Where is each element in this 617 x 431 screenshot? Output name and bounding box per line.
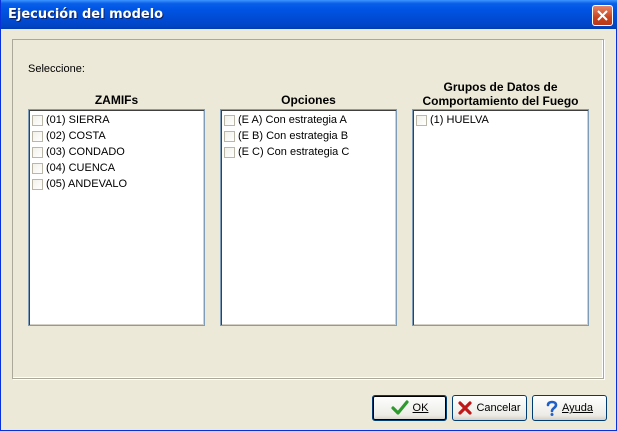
dialog-window: Ejecución del modelo Seleccione: ZAMIFs … <box>0 0 617 431</box>
checkbox[interactable] <box>224 114 235 126</box>
list-item[interactable]: (04) CUENCA <box>32 160 115 176</box>
title-bar[interactable]: Ejecución del modelo <box>1 0 617 29</box>
ok-button[interactable]: OK <box>372 395 447 421</box>
options-header: Opciones <box>281 93 336 107</box>
fire-behavior-header-line2: Comportamiento del Fuego <box>422 94 579 108</box>
checkbox[interactable] <box>416 114 427 126</box>
checkbox[interactable] <box>32 114 43 126</box>
ok-label: OK <box>412 402 429 414</box>
fire-behavior-header: Grupos de Datos de Comportamiento del Fu… <box>413 80 588 108</box>
close-button[interactable] <box>592 5 613 26</box>
checkbox[interactable] <box>32 162 43 174</box>
list-item[interactable]: (02) COSTA <box>32 128 106 144</box>
close-icon <box>597 10 608 21</box>
select-prompt: Seleccione: <box>28 63 85 75</box>
help-button[interactable]: Ayuda <box>532 395 607 421</box>
fire-behavior-header-line1: Grupos de Datos de <box>443 80 558 94</box>
checkbox[interactable] <box>224 146 235 158</box>
list-item[interactable]: (03) CONDADO <box>32 144 125 160</box>
checkmark-icon <box>390 400 409 416</box>
checkbox[interactable] <box>32 130 43 142</box>
question-icon <box>546 400 558 416</box>
help-label: Ayuda <box>562 402 593 414</box>
checkbox[interactable] <box>32 146 43 158</box>
list-item[interactable]: (E A) Con estrategia A <box>224 112 347 128</box>
x-icon <box>458 401 473 415</box>
checkbox[interactable] <box>224 130 235 142</box>
window-title: Ejecución del modelo <box>8 7 164 22</box>
list-item[interactable]: (01) SIERRA <box>32 112 110 128</box>
list-item[interactable]: (1) HUELVA <box>416 112 489 128</box>
list-item[interactable]: (05) ANDEVALO <box>32 176 127 192</box>
fire-behavior-list[interactable]: (1) HUELVA <box>412 109 589 326</box>
cancel-label: Cancelar <box>476 402 521 414</box>
zamifs-header: ZAMIFs <box>94 93 139 107</box>
list-item[interactable]: (E C) Con estrategia C <box>224 144 349 160</box>
options-list[interactable]: (E A) Con estrategia A (E B) Con estrate… <box>220 109 397 326</box>
cancel-button[interactable]: Cancelar <box>452 395 527 421</box>
checkbox[interactable] <box>32 178 43 190</box>
zamifs-list[interactable]: (01) SIERRA (02) COSTA (03) CONDADO (04)… <box>28 109 205 326</box>
list-item[interactable]: (E B) Con estrategia B <box>224 128 348 144</box>
